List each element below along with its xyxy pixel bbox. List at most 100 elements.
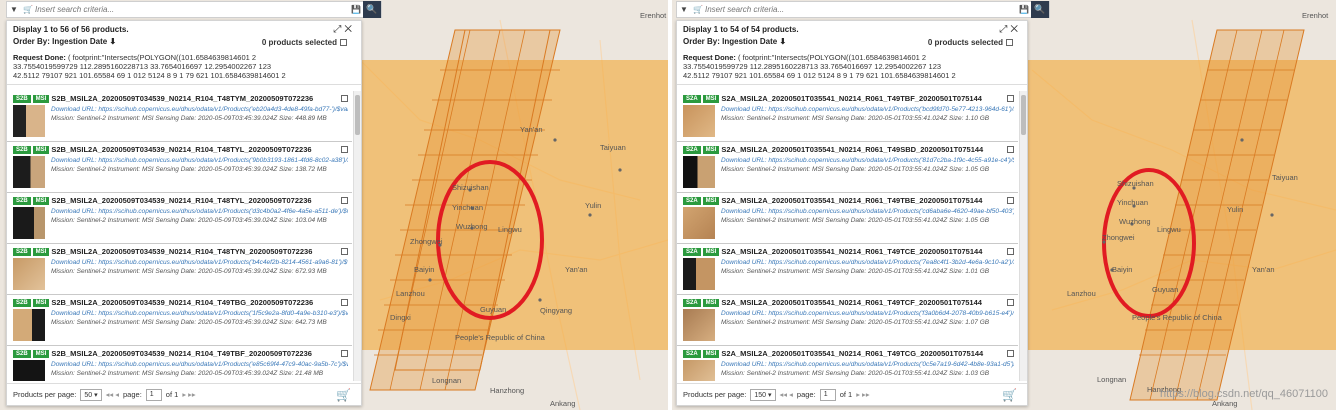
cart-icon[interactable]: 🛒	[336, 388, 351, 402]
nav-prev[interactable]: ◂◂ ◂	[780, 390, 793, 399]
per-page-select[interactable]: 50 ▾	[80, 388, 102, 401]
product-title[interactable]: S2B_MSIL2A_20200509T034539_N0214_R104_T4…	[51, 298, 313, 307]
product-checkbox[interactable]	[341, 248, 348, 255]
download-url[interactable]: Download URL: https://scihub.copernicus.…	[721, 207, 1014, 216]
product-checkbox[interactable]	[1007, 248, 1014, 255]
cart-icon[interactable]: 🛒	[21, 2, 35, 17]
download-url[interactable]: Download URL: https://scihub.copernicus.…	[51, 207, 348, 216]
instrument-badge: MSI	[32, 197, 50, 205]
save-icon[interactable]: 💾	[1017, 2, 1031, 17]
product-item[interactable]: S2A MSI S2A_MSIL2A_20200501T035541_N0214_R…	[677, 91, 1018, 142]
expand-icon[interactable]: ⤢	[999, 24, 1010, 35]
product-title[interactable]: S2A_MSIL2A_20200501T035541_N0214_R061_T4…	[721, 247, 982, 256]
close-icon[interactable]: ✕	[1010, 24, 1021, 35]
product-thumbnail[interactable]	[13, 258, 45, 290]
scrollbar-thumb[interactable]	[355, 95, 360, 135]
download-url[interactable]: Download URL: https://scihub.copernicus.…	[51, 258, 348, 267]
product-title[interactable]: S2A_MSIL2A_20200501T035541_N0214_R061_T4…	[721, 94, 982, 103]
satellite-badge: S2B	[13, 197, 31, 205]
product-item[interactable]: S2B MSI S2B_MSIL2A_20200509T034539_N0214_R…	[7, 346, 352, 381]
download-url[interactable]: Download URL: https://scihub.copernicus.…	[51, 360, 348, 369]
product-thumbnail[interactable]	[683, 309, 715, 341]
search-bar[interactable]: ▼ 🛒 💾 🔍	[676, 1, 1050, 18]
product-title[interactable]: S2B_MSIL2A_20200509T034539_N0214_R104_T4…	[51, 349, 312, 358]
product-item[interactable]: S2B MSI S2B_MSIL2A_20200509T034539_N0214_R…	[7, 193, 352, 244]
product-item[interactable]: S2B MSI S2B_MSIL2A_20200509T034539_N0214_R…	[7, 244, 352, 295]
product-checkbox[interactable]	[341, 197, 348, 204]
close-icon[interactable]: ✕	[344, 24, 355, 35]
satellite-badge: S2B	[13, 95, 31, 103]
product-thumbnail[interactable]	[683, 360, 715, 381]
select-all-checkbox[interactable]	[1006, 39, 1013, 46]
product-thumbnail[interactable]	[13, 309, 45, 341]
panel-controls[interactable]: ⤢✕	[333, 24, 355, 35]
product-item[interactable]: S2B MSI S2B_MSIL2A_20200509T034539_N0214_R…	[7, 142, 352, 193]
product-item[interactable]: S2A MSI S2A_MSIL2A_20200501T035541_N0214_R…	[677, 295, 1018, 346]
scrollbar-thumb[interactable]	[1021, 95, 1026, 135]
download-url[interactable]: Download URL: https://scihub.copernicus.…	[51, 309, 348, 318]
product-thumbnail[interactable]	[13, 360, 45, 381]
product-checkbox[interactable]	[1007, 95, 1014, 102]
product-thumbnail[interactable]	[683, 105, 715, 137]
filter-icon[interactable]: ▼	[7, 2, 21, 17]
product-thumbnail[interactable]	[13, 207, 45, 239]
search-bar[interactable]: ▼ 🛒 💾 🔍	[6, 1, 382, 18]
product-title[interactable]: S2A_MSIL2A_20200501T035541_N0214_R061_T4…	[721, 298, 982, 307]
download-url[interactable]: Download URL: https://scihub.copernicus.…	[51, 105, 348, 114]
product-checkbox[interactable]	[341, 350, 348, 357]
search-button[interactable]: 🔍	[1031, 1, 1049, 18]
expand-icon[interactable]: ⤢	[333, 24, 344, 35]
page-input[interactable]: 1	[145, 388, 162, 401]
search-input[interactable]	[35, 2, 349, 17]
download-url[interactable]: Download URL: https://scihub.copernicus.…	[721, 105, 1014, 114]
product-thumbnail[interactable]	[13, 156, 45, 188]
download-url[interactable]: Download URL: https://scihub.copernicus.…	[721, 156, 1014, 165]
product-title[interactable]: S2A_MSIL2A_20200501T035541_N0214_R061_T4…	[721, 145, 983, 154]
left-screenshot: Erenhot Shizuishan Yinchuan Wuzhong Ling…	[0, 0, 668, 410]
search-button[interactable]: 🔍	[363, 1, 381, 18]
nav-next[interactable]: ▸ ▸▸	[182, 390, 195, 399]
nav-prev[interactable]: ◂◂ ◂	[106, 390, 119, 399]
product-checkbox[interactable]	[1007, 299, 1014, 306]
per-page-select[interactable]: 150 ▾	[750, 388, 776, 401]
product-thumbnail[interactable]	[683, 156, 715, 188]
product-item[interactable]: S2A MSI S2A_MSIL2A_20200501T035541_N0214_R…	[677, 142, 1018, 193]
product-title[interactable]: S2B_MSIL2A_20200509T034539_N0214_R104_T4…	[51, 145, 311, 154]
download-url[interactable]: Download URL: https://scihub.copernicus.…	[721, 258, 1014, 267]
product-title[interactable]: S2B_MSIL2A_20200509T034539_N0214_R104_T4…	[51, 247, 312, 256]
product-title[interactable]: S2B_MSIL2A_20200509T034539_N0214_R104_T4…	[51, 94, 313, 103]
product-title[interactable]: S2B_MSIL2A_20200509T034539_N0214_R104_T4…	[51, 196, 311, 205]
panel-controls[interactable]: ⤢✕	[999, 24, 1021, 35]
product-item[interactable]: S2A MSI S2A_MSIL2A_20200501T035541_N0214_R…	[677, 193, 1018, 244]
download-url[interactable]: Download URL: https://scihub.copernicus.…	[721, 360, 1014, 369]
page-input[interactable]: 1	[819, 388, 836, 401]
product-title[interactable]: S2A_MSIL2A_20200501T035541_N0214_R061_T4…	[721, 349, 983, 358]
product-item[interactable]: S2A MSI S2A_MSIL2A_20200501T035541_N0214_R…	[677, 244, 1018, 295]
download-url[interactable]: Download URL: https://scihub.copernicus.…	[51, 156, 348, 165]
nav-next[interactable]: ▸ ▸▸	[856, 390, 869, 399]
product-checkbox[interactable]	[341, 299, 348, 306]
scrollbar[interactable]	[1019, 91, 1027, 381]
product-title[interactable]: S2A_MSIL2A_20200501T035541_N0214_R061_T4…	[721, 196, 982, 205]
product-thumbnail[interactable]	[13, 105, 45, 137]
product-checkbox[interactable]	[1007, 146, 1014, 153]
filter-icon[interactable]: ▼	[677, 2, 691, 17]
scrollbar[interactable]	[353, 91, 361, 381]
product-thumbnail[interactable]	[683, 258, 715, 290]
product-meta: Mission: Sentinel-2 Instrument: MSI Sens…	[51, 217, 327, 224]
product-checkbox[interactable]	[341, 146, 348, 153]
save-icon[interactable]: 💾	[349, 2, 363, 17]
product-checkbox[interactable]	[1007, 350, 1014, 357]
product-item[interactable]: S2A MSI S2A_MSIL2A_20200501T035541_N0214_R…	[677, 346, 1018, 381]
search-input[interactable]	[705, 2, 1017, 17]
map-label: People's Republic of China	[455, 333, 546, 342]
cart-icon[interactable]: 🛒	[691, 2, 705, 17]
product-item[interactable]: S2B MSI S2B_MSIL2A_20200509T034539_N0214_R…	[7, 91, 352, 142]
product-checkbox[interactable]	[341, 95, 348, 102]
cart-icon[interactable]: 🛒	[1002, 388, 1017, 402]
product-checkbox[interactable]	[1007, 197, 1014, 204]
download-url[interactable]: Download URL: https://scihub.copernicus.…	[721, 309, 1014, 318]
product-item[interactable]: S2B MSI S2B_MSIL2A_20200509T034539_N0214_R…	[7, 295, 352, 346]
select-all-checkbox[interactable]	[340, 39, 347, 46]
product-thumbnail[interactable]	[683, 207, 715, 239]
